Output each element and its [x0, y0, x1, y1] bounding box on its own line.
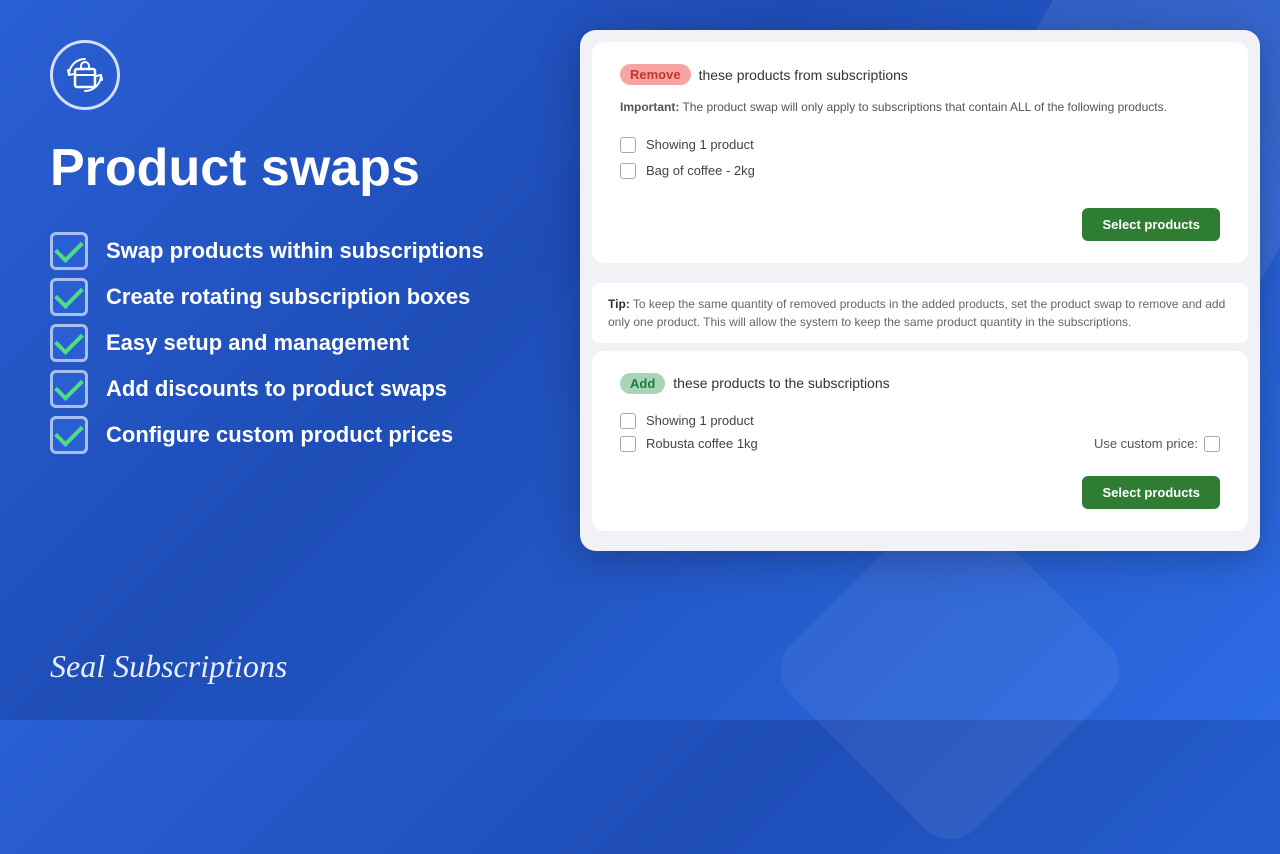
tip-text: Tip: To keep the same quantity of remove…: [608, 295, 1232, 331]
remove-product-label-2: Bag of coffee - 2kg: [646, 163, 755, 178]
add-badge: Add: [620, 373, 665, 394]
remove-btn-area: Select products: [620, 196, 1220, 241]
add-product-row-2: Robusta coffee 1kg Use custom price:: [620, 436, 1220, 452]
tip-content: To keep the same quantity of removed pro…: [608, 297, 1225, 329]
important-note: Important: The product swap will only ap…: [620, 99, 1220, 116]
add-section-title: these products to the subscriptions: [673, 375, 889, 391]
add-product-label-2: Robusta coffee 1kg: [646, 436, 758, 451]
feature-text-2: Create rotating subscription boxes: [106, 283, 470, 312]
brand-name: Seal Subscriptions: [50, 648, 287, 685]
remove-select-products-button[interactable]: Select products: [1082, 208, 1220, 241]
add-product-row-1: Showing 1 product: [620, 408, 1220, 434]
important-text: The product swap will only apply to subs…: [682, 100, 1167, 114]
tip-label: Tip:: [608, 297, 630, 311]
feature-item-5: Configure custom product prices: [50, 416, 510, 454]
add-product-row-2-left: Robusta coffee 1kg: [620, 436, 758, 452]
feature-item-2: Create rotating subscription boxes: [50, 278, 510, 316]
logo-icon: [50, 40, 120, 110]
add-section: Add these products to the subscriptions …: [592, 351, 1248, 531]
check-icon-2: [50, 278, 88, 316]
important-label: Important:: [620, 100, 679, 114]
feature-item-1: Swap products within subscriptions: [50, 232, 510, 270]
remove-product-label-1: Showing 1 product: [646, 137, 754, 152]
tip-box: Tip: To keep the same quantity of remove…: [592, 283, 1248, 343]
check-icon-1: [50, 232, 88, 270]
add-checkbox-2[interactable]: [620, 436, 636, 452]
add-btn-area: Select products: [620, 464, 1220, 509]
add-product-label-1: Showing 1 product: [646, 413, 754, 428]
right-panel: Remove these products from subscriptions…: [580, 30, 1260, 690]
feature-text-1: Swap products within subscriptions: [106, 237, 484, 266]
remove-product-row-1: Showing 1 product: [620, 132, 1220, 158]
check-icon-3: [50, 324, 88, 362]
remove-checkbox-1[interactable]: [620, 137, 636, 153]
remove-section-title: these products from subscriptions: [699, 67, 908, 83]
add-select-products-button[interactable]: Select products: [1082, 476, 1220, 509]
check-icon-4: [50, 370, 88, 408]
feature-text-4: Add discounts to product swaps: [106, 375, 447, 404]
check-icon-5: [50, 416, 88, 454]
custom-price-label: Use custom price:: [1094, 436, 1198, 451]
remove-product-row-2: Bag of coffee - 2kg: [620, 158, 1220, 184]
feature-item-4: Add discounts to product swaps: [50, 370, 510, 408]
custom-price-container: Use custom price:: [1094, 436, 1220, 452]
feature-list: Swap products within subscriptions Creat…: [50, 232, 510, 454]
feature-text-5: Configure custom product prices: [106, 421, 453, 450]
left-panel: Product swaps Swap products within subsc…: [0, 0, 560, 720]
remove-badge: Remove: [620, 64, 691, 85]
card-wrapper: Remove these products from subscriptions…: [580, 30, 1260, 551]
add-checkbox-1[interactable]: [620, 413, 636, 429]
page-title: Product swaps: [50, 140, 510, 197]
remove-section: Remove these products from subscriptions…: [592, 42, 1248, 263]
remove-checkbox-2[interactable]: [620, 163, 636, 179]
add-section-header: Add these products to the subscriptions: [620, 373, 1220, 394]
feature-text-3: Easy setup and management: [106, 329, 409, 358]
custom-price-checkbox[interactable]: [1204, 436, 1220, 452]
feature-item-3: Easy setup and management: [50, 324, 510, 362]
remove-section-header: Remove these products from subscriptions: [620, 64, 1220, 85]
